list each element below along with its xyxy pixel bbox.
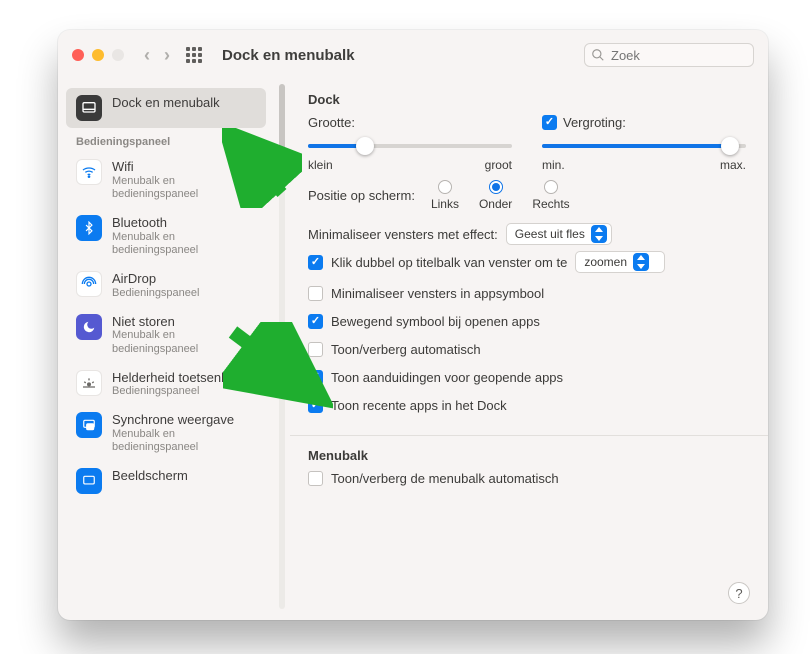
sidebar-item-sub: Menubalk en bedieningspaneel bbox=[112, 175, 256, 201]
size-label: Grootte: bbox=[308, 115, 355, 130]
sidebar-item-bluetooth[interactable]: BluetoothMenubalk en bedieningspaneel bbox=[66, 208, 266, 264]
airdrop-icon bbox=[76, 271, 102, 297]
search-field[interactable] bbox=[584, 43, 754, 67]
dock-icon bbox=[76, 95, 102, 121]
sidebar-item-screen-mirroring[interactable]: Synchrone weergaveMenubalk en bedienings… bbox=[66, 405, 266, 461]
size-min-label: klein bbox=[308, 158, 333, 172]
animate-opening-label: Bewegend symbool bij openen apps bbox=[331, 314, 540, 329]
sidebar-section-label: Bedieningspaneel bbox=[66, 128, 266, 152]
mag-min-label: min. bbox=[542, 158, 565, 172]
window-controls bbox=[72, 49, 124, 61]
sidebar-item-sub: Bedieningspaneel bbox=[112, 385, 247, 398]
keyboard-brightness-icon bbox=[76, 370, 102, 396]
sidebar-item-sub: Menubalk en bedieningspaneel bbox=[112, 428, 256, 454]
minimize-effect-select[interactable]: Geest uit fles bbox=[506, 223, 612, 245]
sidebar-item-display[interactable]: Beeldscherm bbox=[66, 461, 266, 501]
autohide-dock-label: Toon/verberg automatisch bbox=[331, 342, 481, 357]
sidebar-item-label: Niet storen bbox=[112, 314, 256, 330]
zoom-icon bbox=[112, 49, 124, 61]
display-icon bbox=[76, 468, 102, 494]
content-pane: Dock Grootte: klein groot Vergroting: bbox=[290, 80, 768, 620]
position-left-label: Links bbox=[431, 197, 459, 211]
help-button[interactable]: ? bbox=[728, 582, 750, 604]
separator bbox=[290, 435, 768, 436]
indicators-label: Toon aanduidingen voor geopende apps bbox=[331, 370, 563, 385]
sidebar-item-sub: Menubalk en bedieningspaneel bbox=[112, 329, 256, 355]
sidebar: Dock en menubalk Bedieningspaneel WifiMe… bbox=[58, 80, 274, 620]
sidebar-item-sub: Menubalk en bedieningspaneel bbox=[112, 231, 256, 257]
minimize-effect-value: Geest uit fles bbox=[515, 227, 585, 241]
magnification-checkbox[interactable] bbox=[542, 115, 557, 130]
search-input[interactable] bbox=[584, 43, 754, 67]
minimize-icon[interactable] bbox=[92, 49, 104, 61]
select-stepper-icon bbox=[591, 225, 607, 243]
autohide-menubar-label: Toon/verberg de menubalk automatisch bbox=[331, 471, 559, 486]
size-max-label: groot bbox=[485, 158, 512, 172]
sidebar-item-kb-brightness[interactable]: Helderheid toetsenbordBedieningspaneel bbox=[66, 363, 266, 406]
sidebar-item-label: Dock en menubalk bbox=[112, 95, 220, 111]
section-title-dock: Dock bbox=[308, 92, 746, 107]
back-button[interactable]: ‹ bbox=[144, 45, 150, 66]
position-right-label: Rechts bbox=[532, 197, 569, 211]
sidebar-item-dock-menubar[interactable]: Dock en menubalk bbox=[66, 88, 266, 128]
double-click-action-select[interactable]: zoomen bbox=[575, 251, 665, 273]
sidebar-item-wifi[interactable]: WifiMenubalk en bedieningspaneel bbox=[66, 152, 266, 208]
magnification-label: Vergroting: bbox=[563, 115, 626, 130]
autohide-menubar-checkbox[interactable] bbox=[308, 471, 323, 486]
size-slider[interactable] bbox=[308, 136, 512, 156]
autohide-dock-checkbox[interactable] bbox=[308, 342, 323, 357]
search-icon bbox=[591, 48, 605, 62]
nav-buttons: ‹ › bbox=[144, 45, 170, 66]
select-stepper-icon bbox=[633, 253, 649, 271]
screen-mirroring-icon bbox=[76, 412, 102, 438]
minimize-effect-label: Minimaliseer vensters met effect: bbox=[308, 227, 498, 242]
indicators-checkbox[interactable] bbox=[308, 370, 323, 385]
toolbar: ‹ › Dock en menubalk bbox=[58, 30, 768, 80]
forward-button: › bbox=[164, 45, 170, 66]
bluetooth-icon bbox=[76, 215, 102, 241]
sidebar-item-sub: Bedieningspaneel bbox=[112, 287, 199, 300]
sidebar-item-label: Synchrone weergave bbox=[112, 412, 256, 428]
position-label: Positie op scherm: bbox=[308, 188, 415, 203]
wifi-icon bbox=[76, 159, 102, 185]
double-click-label: Klik dubbel op titelbalk van venster om … bbox=[331, 255, 567, 270]
sidebar-item-label: Wifi bbox=[112, 159, 256, 175]
double-click-action-value: zoomen bbox=[584, 255, 627, 269]
sidebar-item-label: Beeldscherm bbox=[112, 468, 188, 484]
page-title: Dock en menubalk bbox=[222, 47, 355, 64]
magnification-slider[interactable] bbox=[542, 136, 746, 156]
sidebar-item-label: Helderheid toetsenbord bbox=[112, 370, 247, 386]
scroll-thumb[interactable] bbox=[279, 84, 285, 154]
recent-apps-label: Toon recente apps in het Dock bbox=[331, 398, 507, 413]
moon-icon bbox=[76, 314, 102, 340]
section-title-menubar: Menubalk bbox=[308, 448, 746, 463]
prefs-window: ‹ › Dock en menubalk Dock en menubalk Be… bbox=[58, 30, 768, 620]
position-bottom-label: Onder bbox=[479, 197, 512, 211]
position-left-radio[interactable] bbox=[438, 180, 452, 194]
show-all-icon[interactable] bbox=[186, 47, 202, 63]
sidebar-item-airdrop[interactable]: AirDropBedieningspaneel bbox=[66, 264, 266, 307]
position-right-radio[interactable] bbox=[544, 180, 558, 194]
recent-apps-checkbox[interactable] bbox=[308, 398, 323, 413]
sidebar-scrollbar[interactable] bbox=[274, 80, 290, 620]
min-into-icon-label: Minimaliseer vensters in appsymbool bbox=[331, 286, 544, 301]
mag-max-label: max. bbox=[720, 158, 746, 172]
sidebar-item-label: AirDrop bbox=[112, 271, 199, 287]
sidebar-item-dnd[interactable]: Niet storenMenubalk en bedieningspaneel bbox=[66, 307, 266, 363]
min-into-icon-checkbox[interactable] bbox=[308, 286, 323, 301]
sidebar-item-label: Bluetooth bbox=[112, 215, 256, 231]
animate-opening-checkbox[interactable] bbox=[308, 314, 323, 329]
double-click-checkbox[interactable] bbox=[308, 255, 323, 270]
position-bottom-radio[interactable] bbox=[489, 180, 503, 194]
close-icon[interactable] bbox=[72, 49, 84, 61]
